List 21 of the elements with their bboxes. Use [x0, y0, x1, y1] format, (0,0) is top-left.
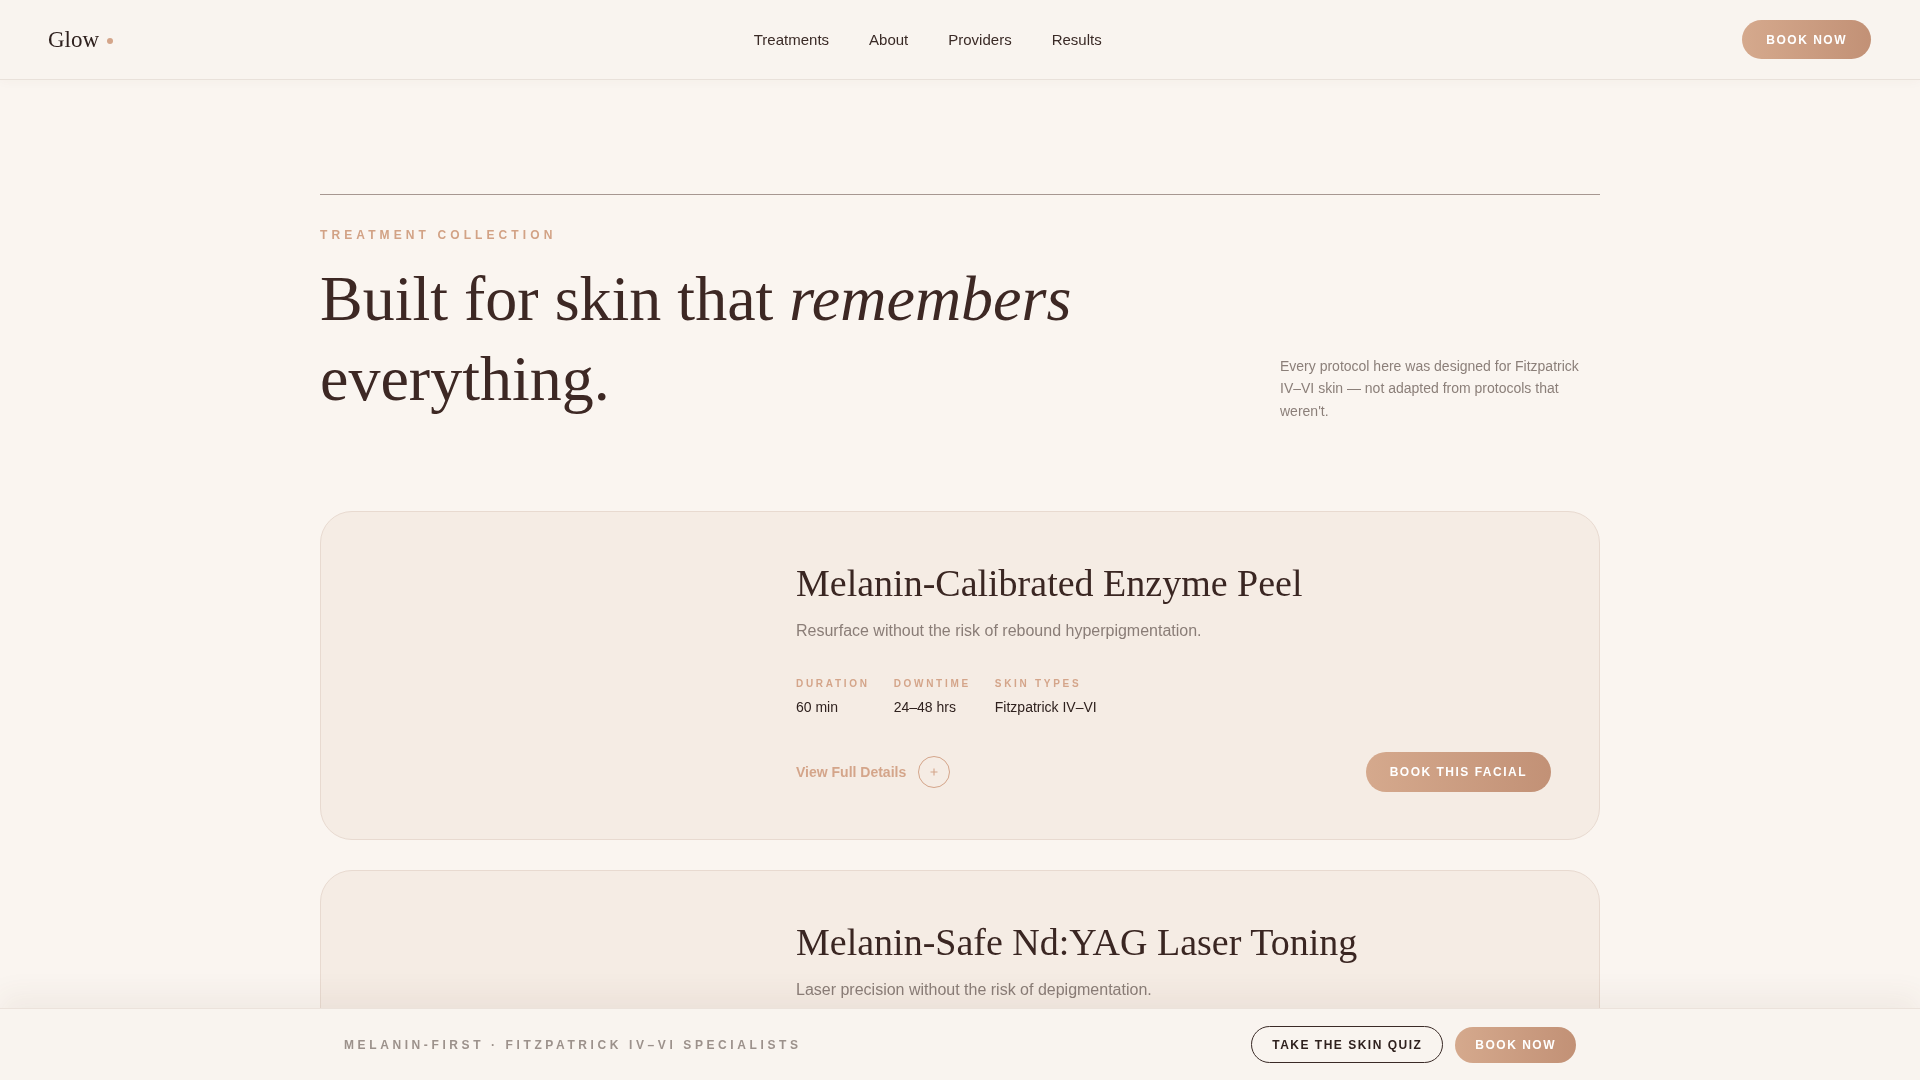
dot-icon: [107, 37, 114, 44]
section-eyebrow: TREATMENT COLLECTION: [320, 228, 558, 242]
nav-link[interactable]: Providers: [948, 31, 1012, 48]
nav-link[interactable]: About: [869, 31, 909, 48]
plus-circle-icon[interactable]: [918, 756, 951, 788]
tagline: MELANIN-FIRST · FITZPATRICK IV–VI SPECIALISTS: [344, 1037, 802, 1052]
treatment-title: Melanin-Calibrated Enzyme Peel: [796, 561, 1304, 606]
meta-label: DURATION: [796, 677, 870, 691]
meta-value: 24–48 hrs: [893, 698, 957, 717]
logo-text[interactable]: Glow: [48, 26, 100, 53]
nav-link[interactable]: Results: [1051, 31, 1102, 48]
treatment-subtitle: Laser precision without the risk of depigmentation.: [796, 980, 1153, 1000]
meta-label: DOWNTIME: [893, 677, 971, 691]
meta-label: SKIN TYPES: [994, 677, 1083, 691]
meta-value: Fitzpatrick IV–VI: [994, 698, 1097, 717]
treatment-subtitle: Resurface without the risk of rebound hyperpigmentation.: [796, 621, 1203, 641]
treatment-title: Melanin-Safe Nd:YAG Laser Toning: [796, 920, 1359, 965]
headline: Built for skin that remembers everything.: [320, 262, 1073, 416]
meta-value: 60 min: [796, 698, 840, 717]
intro-description: Every protocol here was designed for Fitzpatrick IV–VI skin — not adapted from protocols that weren't.: [1280, 356, 1580, 421]
nav-link[interactable]: Treatments: [753, 31, 830, 48]
